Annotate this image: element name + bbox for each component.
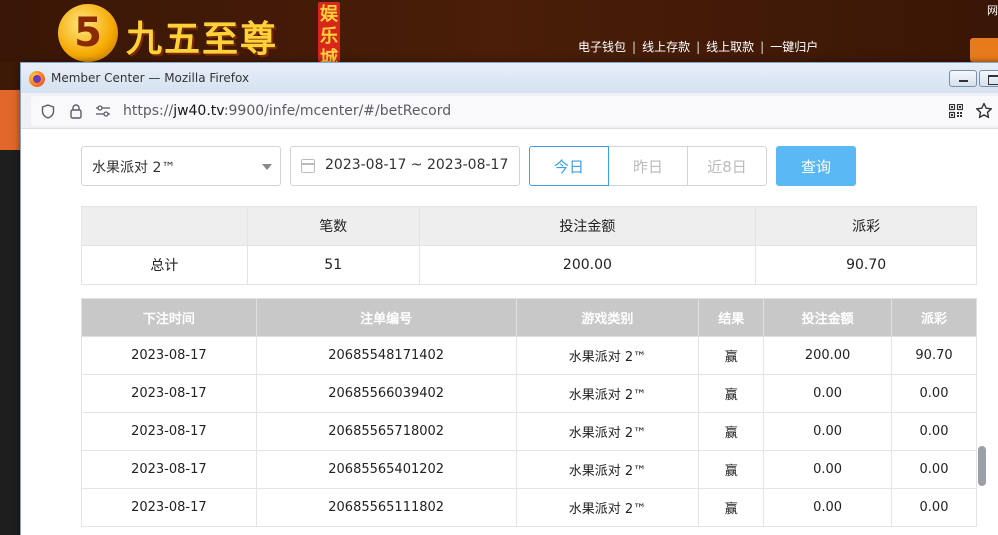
summary-cell: 总计: [81, 245, 248, 285]
column-header: 投注金额: [763, 298, 893, 337]
qr-code-icon[interactable]: [949, 104, 963, 118]
table-row: 2023-08-17 20685566039402 水果派对 2™ 赢 0.00…: [81, 374, 977, 413]
site-nav: 电子钱包 | 线上存款 | 线上取款 | 一键归户: [578, 38, 819, 55]
payout: 0.00: [891, 374, 977, 413]
bet-time: 2023-08-17: [81, 450, 257, 489]
summary-cell: 51: [246, 245, 420, 285]
site-logo-text: 九五至尊: [126, 18, 279, 60]
site-corner-text: 网: [987, 4, 998, 17]
nav-withdraw[interactable]: 线上取款: [706, 38, 754, 55]
bet-records-table: 下注时间 注单编号 游戏类别 结果 投注金额 派彩 2023-08-17 206…: [81, 298, 977, 527]
calendar-icon: [301, 159, 315, 173]
range-yesterday-button[interactable]: 昨日: [608, 146, 688, 186]
url-path: :9900/infe/mcenter/#/betRecord: [223, 103, 452, 119]
page-content: 水果派对 2™ 2023-08-17 ~ 2023-08-17 今日 昨日 近8…: [21, 130, 998, 535]
window-title: Member Center — Mozilla Firefox: [51, 71, 250, 85]
firefox-icon: [29, 71, 45, 87]
payout: 0.00: [891, 488, 977, 527]
url-bar[interactable]: https://jw40.tv:9900/infe/mcenter/#/betR…: [31, 96, 998, 126]
column-header: 注单编号: [255, 298, 517, 337]
bet-id: 20685548171402: [255, 336, 517, 375]
summary-total-row: 总计 51 200.00 90.70: [81, 245, 977, 285]
site-orange-button[interactable]: [970, 38, 998, 62]
summary-header-cell: 笔数: [246, 206, 420, 246]
bet-time: 2023-08-17: [81, 336, 257, 375]
payout: 0.00: [891, 412, 977, 451]
site-logo-icon: 5: [58, 4, 118, 62]
summary-header-row: 笔数 投注金额 派彩: [81, 206, 977, 246]
bet-id: 20685566039402: [255, 374, 517, 413]
site-left-panel: [0, 150, 20, 535]
firefox-window: Member Center — Mozilla Firefox https://…: [20, 62, 998, 535]
lock-icon[interactable]: [69, 103, 83, 119]
payout: 0.00: [891, 450, 977, 489]
nav-deposit[interactable]: 线上存款: [642, 38, 690, 55]
bet-id: 20685565401202: [255, 450, 517, 489]
result: 赢: [698, 488, 765, 527]
column-header: 结果: [698, 298, 765, 337]
shield-icon[interactable]: [41, 104, 55, 119]
logo-tag-char: 娱: [320, 4, 338, 25]
bet-id: 20685565718002: [255, 412, 517, 451]
nav-consolidate[interactable]: 一键归户: [770, 38, 818, 55]
url-prefix: https://: [123, 103, 174, 119]
result: 赢: [698, 374, 765, 413]
scrollbar-thumb[interactable]: [978, 446, 986, 486]
url-text[interactable]: https://jw40.tv:9900/infe/mcenter/#/betR…: [123, 103, 451, 119]
logo-tag-char: 乐: [320, 26, 338, 47]
game-select[interactable]: 水果派对 2™: [81, 146, 281, 186]
logo-number: 5: [74, 10, 102, 56]
summary-cell: 200.00: [418, 245, 757, 285]
payout: 90.70: [891, 336, 977, 375]
game-type: 水果派对 2™: [515, 374, 700, 413]
result: 赢: [698, 450, 765, 489]
bet-amount: 0.00: [763, 412, 893, 451]
table-row: 2023-08-17 20685565718002 水果派对 2™ 赢 0.00…: [81, 412, 977, 451]
range-today-button[interactable]: 今日: [529, 146, 609, 186]
summary-header-cell: 投注金额: [418, 206, 757, 246]
game-type: 水果派对 2™: [515, 412, 700, 451]
bet-amount: 200.00: [763, 336, 893, 375]
table-row: 2023-08-17 20685548171402 水果派对 2™ 赢 200.…: [81, 336, 977, 375]
query-button[interactable]: 查询: [776, 146, 856, 186]
site-left-strip: [0, 90, 20, 150]
game-type: 水果派对 2™: [515, 450, 700, 489]
date-range-value: 2023-08-17 ~ 2023-08-17: [325, 157, 509, 173]
date-range-input[interactable]: 2023-08-17 ~ 2023-08-17: [290, 146, 520, 186]
nav-wallet[interactable]: 电子钱包: [578, 38, 626, 55]
result: 赢: [698, 336, 765, 375]
navigation-toolbar: https://jw40.tv:9900/infe/mcenter/#/betR…: [21, 93, 998, 129]
bet-time: 2023-08-17: [81, 488, 257, 527]
game-type: 水果派对 2™: [515, 488, 700, 527]
bet-amount: 0.00: [763, 374, 893, 413]
bookmark-star-icon[interactable]: [975, 102, 993, 120]
chevron-down-icon: [262, 164, 272, 170]
summary-header-cell: 派彩: [755, 206, 977, 246]
column-header: 派彩: [891, 298, 977, 337]
table-row: 2023-08-17 20685565401202 水果派对 2™ 赢 0.00…: [81, 450, 977, 489]
site-logo-tag: 娱 乐 城: [318, 2, 340, 69]
summary-header-cell: [81, 206, 248, 246]
table-row: 2023-08-17 20685565111802 水果派对 2™ 赢 0.00…: [81, 488, 977, 527]
summary-cell: 90.70: [755, 245, 977, 285]
bet-amount: 0.00: [763, 450, 893, 489]
records-header-row: 下注时间 注单编号 游戏类别 结果 投注金额 派彩: [81, 298, 977, 337]
summary-table: 笔数 投注金额 派彩 总计 51 200.00 90.70: [81, 206, 977, 285]
title-bar[interactable]: Member Center — Mozilla Firefox: [21, 63, 998, 93]
game-select-value: 水果派对 2™: [92, 160, 176, 176]
permissions-icon[interactable]: [95, 105, 111, 117]
bet-amount: 0.00: [763, 488, 893, 527]
minimize-button[interactable]: [949, 70, 977, 87]
range-last8-button[interactable]: 近8日: [687, 146, 767, 186]
column-header: 游戏类别: [515, 298, 700, 337]
result: 赢: [698, 412, 765, 451]
url-host: jw40.tv: [173, 103, 224, 119]
game-type: 水果派对 2™: [515, 336, 700, 375]
site-header: 5 九五至尊 娱 乐 城 电子钱包 | 线上存款 | 线上取款 | 一键归户 网: [0, 0, 998, 69]
maximize-button[interactable]: [979, 70, 998, 87]
column-header: 下注时间: [81, 298, 257, 337]
bet-time: 2023-08-17: [81, 374, 257, 413]
bet-id: 20685565111802: [255, 488, 517, 527]
bet-time: 2023-08-17: [81, 412, 257, 451]
